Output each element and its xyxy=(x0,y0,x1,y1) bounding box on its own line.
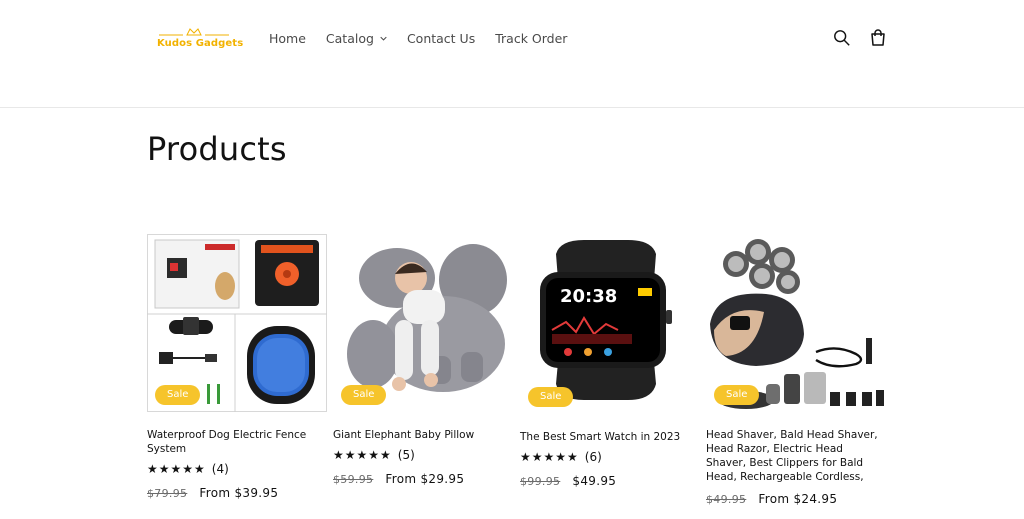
sale-badge: Sale xyxy=(155,385,201,405)
sale-price: From $39.95 xyxy=(199,486,279,500)
sale-price: From $29.95 xyxy=(385,472,465,486)
compare-at-price: $79.95 xyxy=(147,487,188,500)
nav-track-label: Track Order xyxy=(495,31,568,46)
product-price: $49.95 From $24.95 xyxy=(706,492,886,506)
compare-at-price: $99.95 xyxy=(520,475,561,488)
review-count: (4) xyxy=(211,462,229,476)
sale-price: $49.95 xyxy=(572,474,617,488)
review-count: (5) xyxy=(397,448,415,462)
logo[interactable]: Kudos Gadgets xyxy=(155,26,243,54)
star-rating-icon: ★★★★★ xyxy=(520,450,579,464)
product-card[interactable]: 20:38 Sale The Best Smart Watch in 2023 … xyxy=(520,234,700,488)
product-price: $99.95 $49.95 xyxy=(520,474,700,488)
nav-catalog[interactable]: Catalog xyxy=(326,31,387,46)
product-card[interactable]: Sale Giant Elephant Baby Pillow ★★★★★ (5… xyxy=(333,234,513,486)
sale-badge: Sale xyxy=(341,385,387,405)
product-title[interactable]: Waterproof Dog Electric Fence System xyxy=(147,428,327,456)
nav-catalog-label: Catalog xyxy=(325,31,374,46)
product-image-elephant-pillow[interactable]: Sale xyxy=(333,234,513,412)
nav-track-order[interactable]: Track Order xyxy=(495,31,567,46)
watch-time: 20:38 xyxy=(560,286,617,307)
product-rating: ★★★★★ (4) xyxy=(147,462,327,476)
compare-at-price: $49.95 xyxy=(706,493,747,506)
search-icon[interactable] xyxy=(833,29,851,47)
site-header: Kudos Gadgets Home Catalog Contact Us Tr… xyxy=(0,0,1024,108)
nav-contact-us[interactable]: Contact Us xyxy=(407,31,475,46)
sale-badge: Sale xyxy=(714,385,760,405)
product-title[interactable]: The Best Smart Watch in 2023 xyxy=(520,430,700,444)
product-image-head-shaver[interactable]: Sale xyxy=(706,234,886,412)
product-image-smart-watch[interactable]: 20:38 Sale xyxy=(520,234,700,412)
page-title: Products xyxy=(147,130,287,168)
product-rating: ★★★★★ (6) xyxy=(520,450,700,464)
product-rating: ★★★★★ (5) xyxy=(333,448,513,462)
main-nav: Home Catalog Contact Us Track Order xyxy=(269,31,587,46)
chevron-down-icon xyxy=(380,36,387,41)
logo-text: Kudos Gadgets xyxy=(157,38,244,49)
sale-badge: Sale xyxy=(528,387,574,407)
product-price: $59.95 From $29.95 xyxy=(333,472,513,486)
product-title[interactable]: Giant Elephant Baby Pillow xyxy=(333,428,513,442)
nav-contact-label: Contact Us xyxy=(406,31,476,46)
cart-icon[interactable] xyxy=(868,28,888,48)
product-image-dog-fence[interactable]: Sale xyxy=(147,234,327,412)
nav-home-label: Home xyxy=(269,31,306,46)
product-card[interactable]: Sale Head Shaver, Bald Head Shaver, Head… xyxy=(706,234,886,506)
product-card[interactable]: Sale Waterproof Dog Electric Fence Syste… xyxy=(147,234,327,500)
star-rating-icon: ★★★★★ xyxy=(333,448,392,462)
star-rating-icon: ★★★★★ xyxy=(147,462,206,476)
product-title[interactable]: Head Shaver, Bald Head Shaver, Head Razo… xyxy=(706,428,886,484)
nav-home[interactable]: Home xyxy=(269,31,306,46)
sale-price: From $24.95 xyxy=(758,492,838,506)
product-price: $79.95 From $39.95 xyxy=(147,486,327,500)
smart-watch-image: 20:38 xyxy=(540,240,672,400)
compare-at-price: $59.95 xyxy=(333,473,374,486)
review-count: (6) xyxy=(584,450,602,464)
